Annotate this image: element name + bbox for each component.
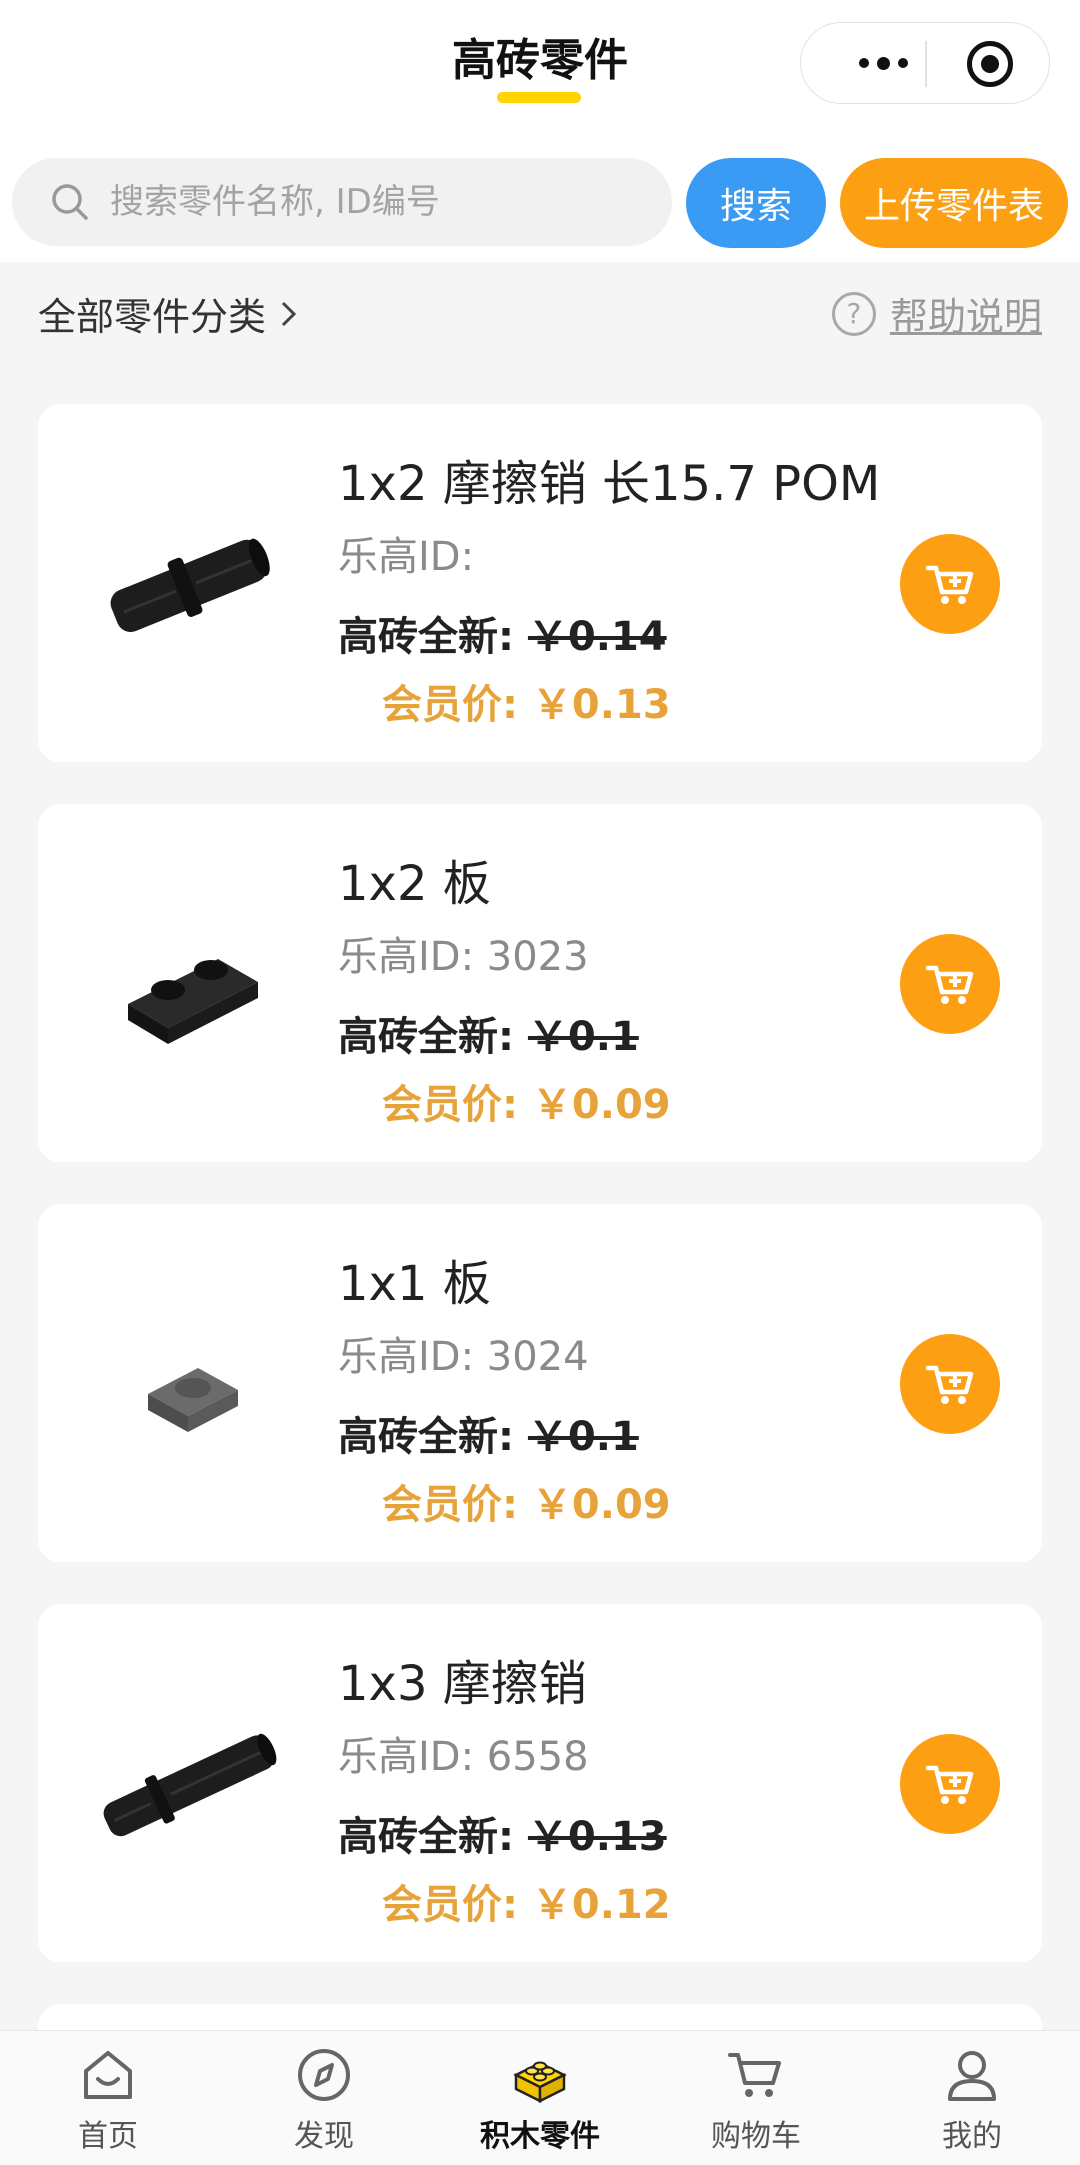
member-price-value: ￥0.09 [531,1082,671,1128]
add-to-cart-button[interactable] [900,1334,1000,1434]
search-input[interactable] [110,158,650,246]
compass-icon [298,2049,350,2101]
home-icon [84,2051,132,2099]
product-card[interactable]: 1x2 板 乐高ID: 3023 高砖全新: ￥0.1 会员价: ￥0.09 [38,804,1042,1162]
product-card[interactable]: 1x2 摩擦销 长15.7 POM 乐高ID: 高砖全新: ￥0.14 会员价:… [38,404,1042,762]
tab-label: 积木零件 [480,2119,600,2154]
tab-home[interactable]: 首页 [0,2031,216,2165]
tab-discover[interactable]: 发现 [216,2031,432,2165]
technic-pin-3l-image [103,1733,277,1837]
retail-price-value: ￥0.1 [527,1014,639,1060]
upload-parts-list-button[interactable]: 上传零件表 [840,158,1068,248]
question-circle-icon: ? [831,291,876,336]
member-price: 会员价: ￥0.12 [382,1872,671,1930]
help-link[interactable]: ? 帮助说明 [831,286,1042,341]
add-to-cart-button[interactable] [900,1734,1000,1834]
product-name: 1x2 板 [338,856,491,912]
brick-icon [513,2061,567,2104]
cart-plus-icon [925,965,974,1004]
lego-id: 乐高ID: [338,534,475,580]
capsule-divider [925,41,927,87]
retail-price: 高砖全新: ￥0.13 [338,1804,667,1862]
tab-label: 购物车 [711,2119,801,2154]
member-price: 会员价: ￥0.09 [382,1472,671,1530]
member-price-label: 会员价: [382,1482,518,1528]
product-name: 1x3 摩擦销 [338,1656,587,1712]
product-name: 1x2 摩擦销 长15.7 POM [338,456,881,512]
chevron-right-icon [281,301,297,326]
close-target-icon[interactable] [967,41,1013,87]
product-name: 1x1 板 [338,1256,491,1312]
more-dot-icon [897,58,908,68]
member-price: 会员价: ￥0.09 [382,1072,671,1130]
more-menu-button[interactable] [833,23,933,103]
search-button[interactable]: 搜索 [686,158,826,248]
retail-price-value: ￥0.1 [527,1414,639,1460]
product-card[interactable]: 1x1 板 乐高ID: 3024 高砖全新: ￥0.1 会员价: ￥0.09 [38,1204,1042,1562]
retail-price: 高砖全新: ￥0.1 [338,1404,639,1462]
navigation-bar: 高砖零件 [0,0,1080,130]
help-label: 帮助说明 [889,295,1042,339]
member-price: 会员价: ￥0.13 [382,672,671,730]
plate-1x1-image [148,1368,238,1432]
mini-program-capsule [800,22,1050,104]
search-bar: 搜索 上传零件表 [0,130,1080,262]
retail-price-label: 高砖全新: [338,1014,514,1060]
title-underline [497,92,581,103]
lego-id: 乐高ID: 3024 [338,1334,589,1380]
member-price-label: 会员价: [382,1882,518,1928]
retail-price-value: ￥0.14 [527,614,667,660]
retail-price-label: 高砖全新: [338,1814,514,1860]
cart-plus-icon [925,1365,974,1404]
tab-label: 发现 [294,2119,354,2154]
more-dot-icon [858,58,869,68]
search-icon [52,184,88,220]
tab-mine[interactable]: 我的 [864,2031,1080,2165]
technic-pin-image [110,538,270,632]
cart-plus-icon [925,565,974,604]
member-price-label: 会员价: [382,682,518,728]
retail-price-label: 高砖全新: [338,1414,514,1460]
member-price-label: 会员价: [382,1082,518,1128]
add-to-cart-button[interactable] [900,534,1000,634]
tab-label: 我的 [942,2119,1002,2154]
tab-cart[interactable]: 购物车 [648,2031,864,2165]
lego-id: 乐高ID: 6558 [338,1734,589,1780]
plate-1x2-image [128,959,258,1044]
tab-bar: 首页 发现 积木零件 购物车 我的 [0,2030,1080,2165]
product-card[interactable]: 1x3 摩擦销 乐高ID: 6558 高砖全新: ￥0.13 会员价: ￥0.1… [38,1604,1042,1962]
all-categories-link[interactable]: 全部零件分类 [38,286,298,341]
add-to-cart-button[interactable] [900,934,1000,1034]
member-price-value: ￥0.12 [531,1882,671,1928]
retail-price-label: 高砖全新: [338,614,514,660]
all-categories-label: 全部零件分类 [38,295,267,339]
tab-parts[interactable]: 积木零件 [432,2031,648,2165]
cart-icon [728,2053,781,2097]
user-icon [948,2051,996,2101]
member-price-value: ￥0.13 [531,682,671,728]
retail-price-value: ￥0.13 [527,1814,667,1860]
cart-plus-icon [925,1765,974,1804]
retail-price: 高砖全新: ￥0.14 [338,604,667,662]
tab-label: 首页 [78,2119,138,2154]
member-price-value: ￥0.09 [531,1482,671,1528]
retail-price: 高砖全新: ￥0.1 [338,1004,639,1062]
more-dot-icon [876,56,890,70]
search-box[interactable] [12,158,672,246]
lego-id: 乐高ID: 3023 [338,934,589,980]
